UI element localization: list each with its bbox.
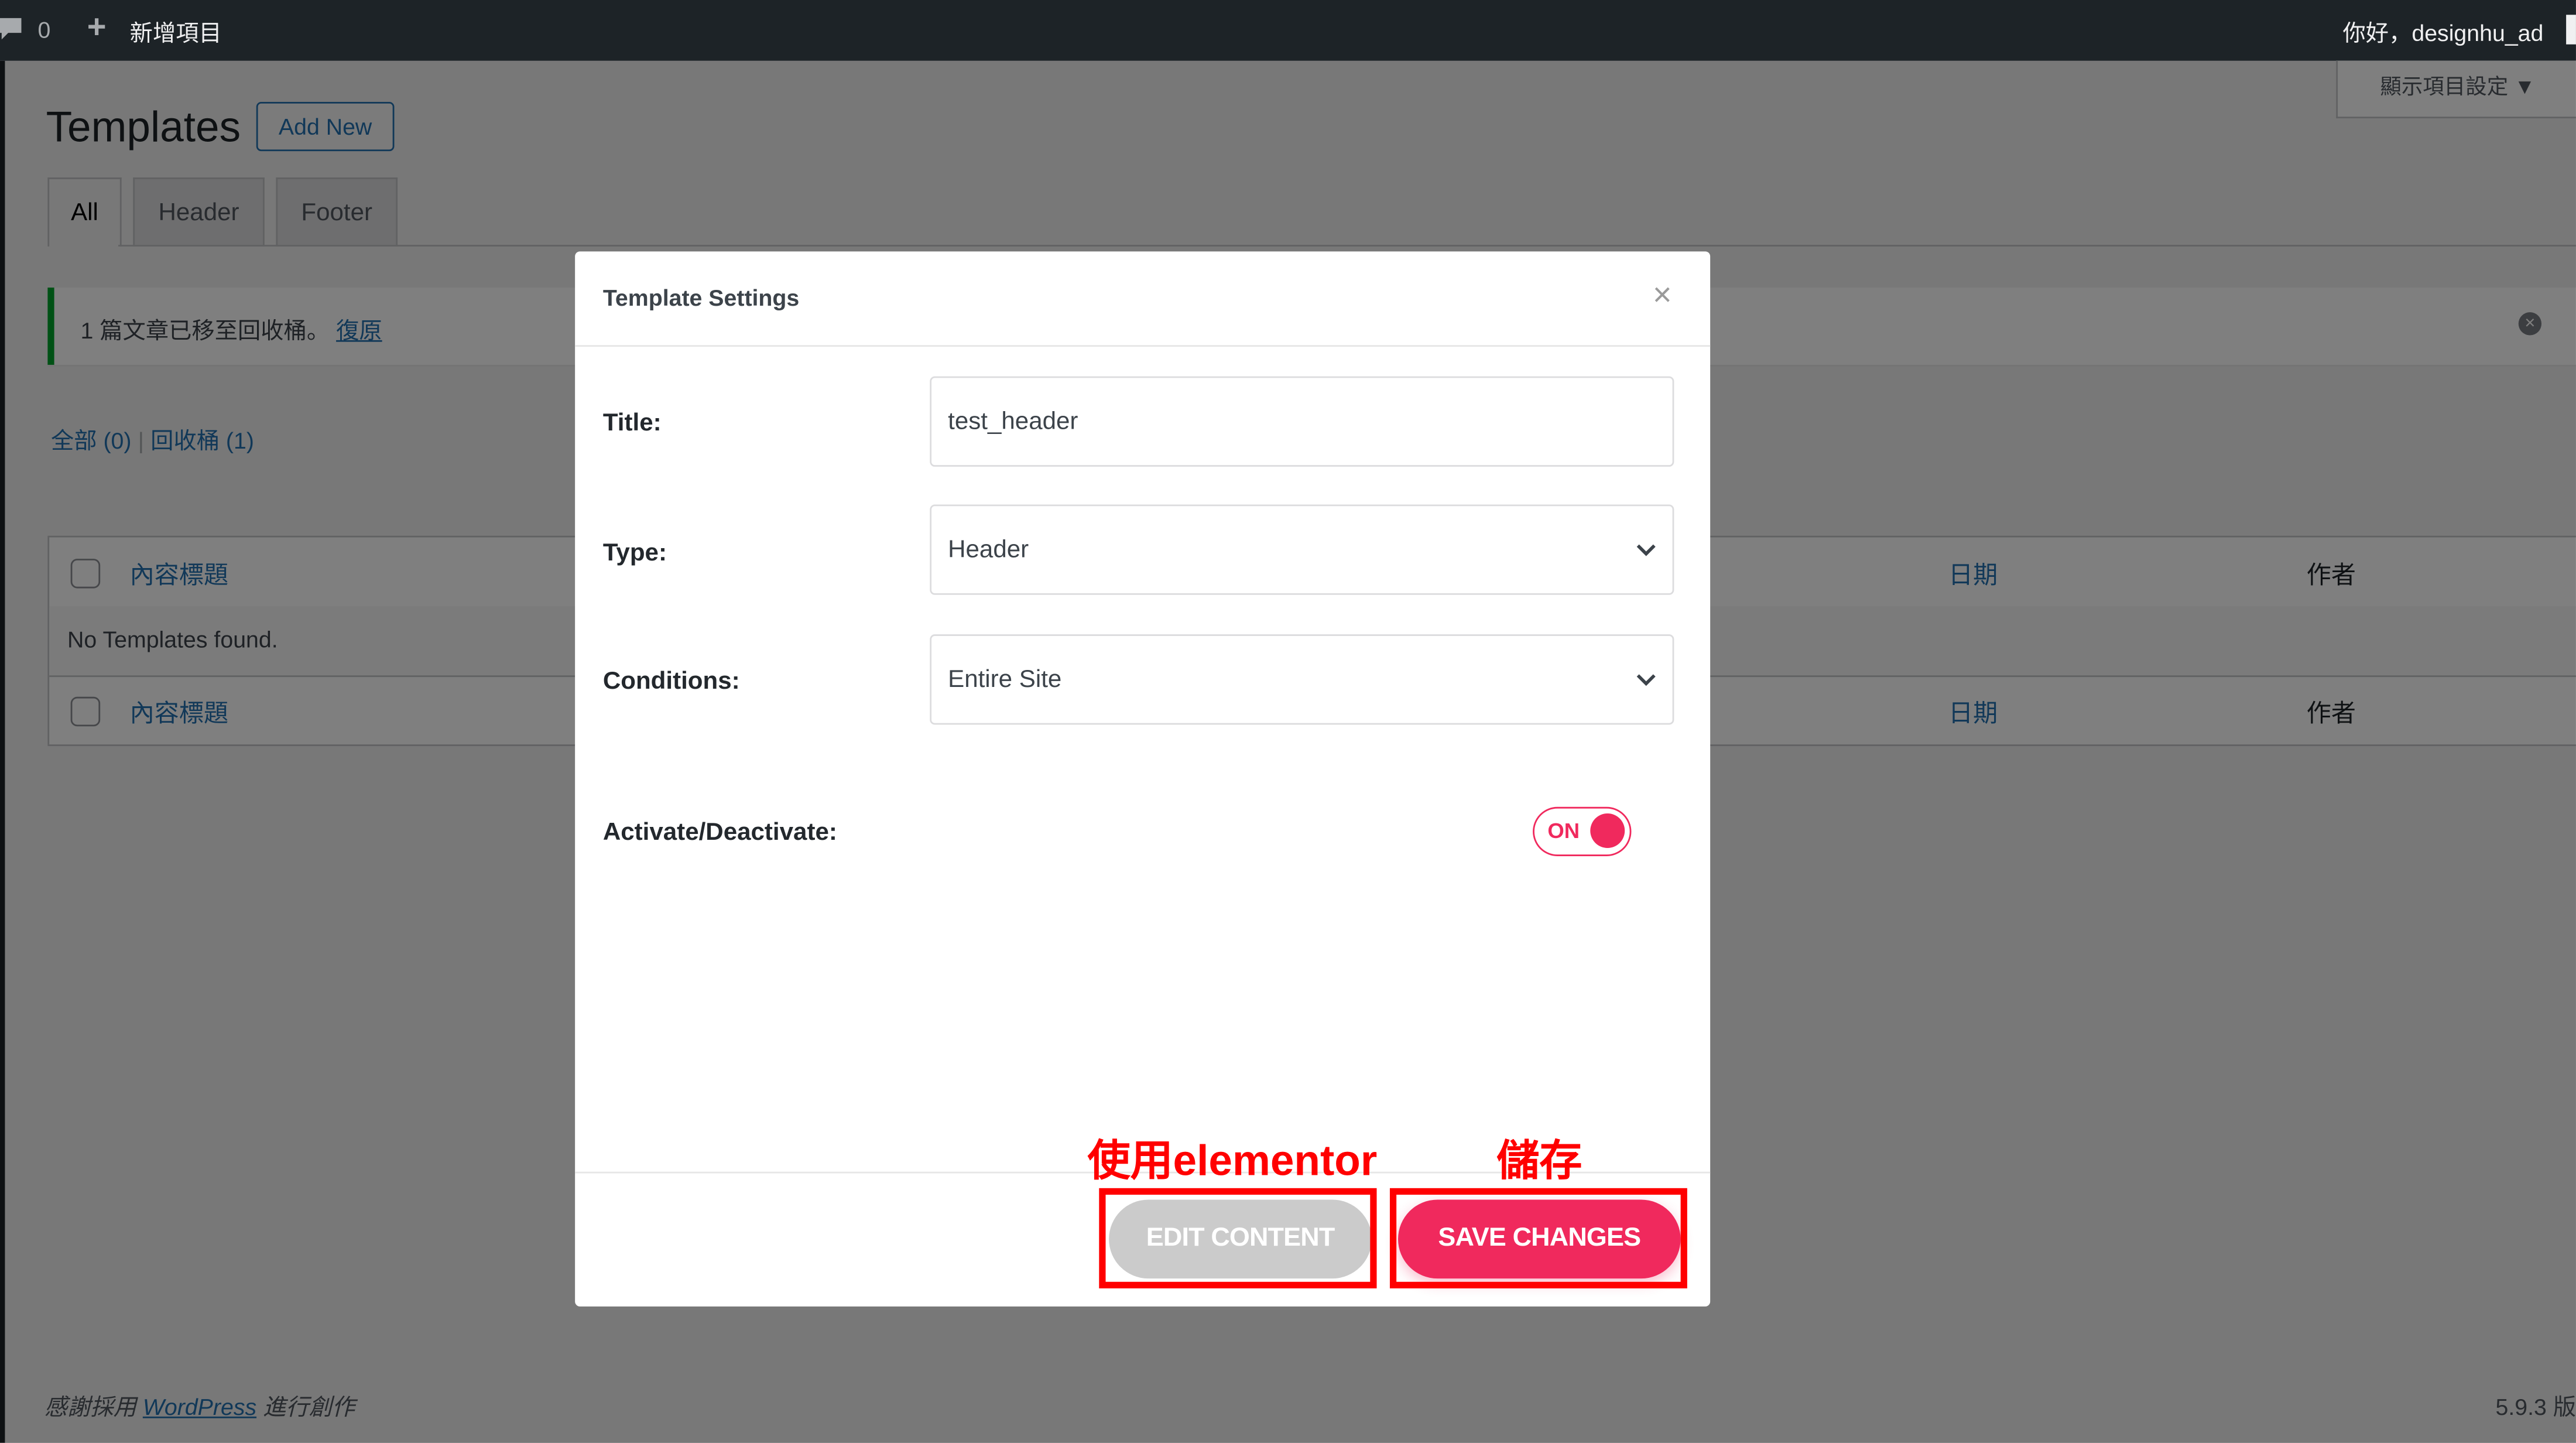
toggle-knob — [1590, 813, 1625, 848]
admin-bar: 0 + 新增項目 你好，designhu_ad — [0, 0, 2576, 61]
type-value: Header — [948, 535, 1029, 564]
comment-icon[interactable] — [0, 15, 23, 46]
annotation-box-save — [1389, 1188, 1687, 1288]
annotation-edit-label: 使用elementor — [1087, 1136, 1378, 1185]
conditions-label: Conditions: — [602, 667, 740, 695]
comments-count[interactable]: 0 — [38, 16, 51, 43]
conditions-value: Entire Site — [948, 665, 1062, 694]
new-item-link[interactable]: 新增項目 — [130, 16, 222, 49]
close-icon[interactable]: × — [1653, 278, 1672, 316]
conditions-select[interactable]: Entire Site — [930, 634, 1674, 725]
plus-icon[interactable]: + — [87, 10, 107, 48]
toggle-state: ON — [1547, 818, 1580, 843]
avatar[interactable] — [2566, 15, 2576, 45]
type-select[interactable]: Header — [930, 504, 1674, 595]
activate-label: Activate/Deactivate: — [602, 818, 837, 847]
title-label: Title: — [602, 409, 662, 437]
user-greeting[interactable]: 你好，designhu_ad — [2342, 16, 2543, 49]
template-settings-modal: Template Settings × Title: test_header T… — [575, 251, 1711, 1307]
type-label: Type: — [602, 539, 667, 567]
annotation-box-edit — [1099, 1188, 1377, 1288]
activate-toggle[interactable]: ON — [1533, 806, 1632, 856]
wp-admin-screen: 0 + 新增項目 你好，designhu_ad 顯示項目設定 ▼ Templat… — [0, 0, 2576, 1443]
modal-header: Template Settings × — [575, 251, 1711, 347]
chevron-down-icon — [1636, 544, 1656, 556]
title-input[interactable]: test_header — [930, 376, 1674, 467]
annotation-save-label: 儲存 — [1496, 1136, 1582, 1185]
chevron-down-icon — [1636, 674, 1656, 686]
modal-title: Template Settings — [602, 284, 800, 311]
